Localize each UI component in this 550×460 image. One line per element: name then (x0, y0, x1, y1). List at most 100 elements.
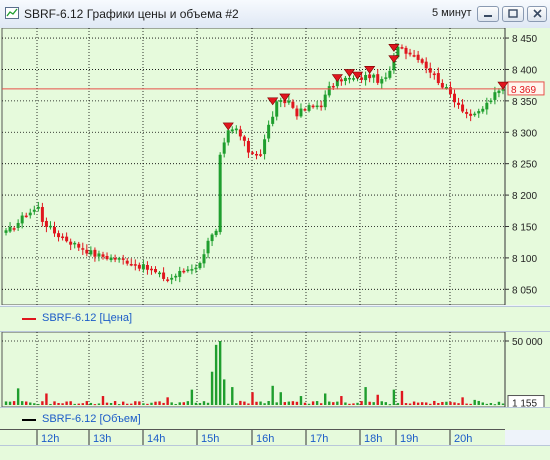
price-candle[interactable] (137, 262, 141, 272)
volume-bar[interactable] (493, 404, 497, 406)
price-candle[interactable] (311, 104, 315, 109)
price-candle[interactable] (238, 125, 242, 141)
volume-bar[interactable] (20, 401, 24, 405)
price-candle[interactable] (408, 48, 412, 57)
price-candle[interactable] (497, 88, 501, 98)
volume-bar[interactable] (218, 341, 222, 405)
price-candle[interactable] (53, 221, 57, 237)
volume-bar[interactable] (182, 402, 185, 405)
price-candle[interactable] (259, 149, 263, 158)
volume-bar[interactable] (311, 401, 315, 405)
volume-bar[interactable] (332, 402, 335, 405)
volume-bar[interactable] (481, 402, 484, 405)
volume-bar[interactable] (416, 402, 420, 405)
volume-bar[interactable] (283, 402, 287, 405)
volume-bar[interactable] (214, 344, 218, 405)
price-candle[interactable] (469, 109, 473, 122)
volume-bar[interactable] (501, 403, 505, 405)
volume-bar[interactable] (344, 402, 347, 405)
volume-bar[interactable] (16, 388, 20, 405)
volume-bar[interactable] (388, 404, 392, 406)
volume-bar[interactable] (461, 397, 464, 405)
price-candle[interactable] (404, 45, 408, 60)
price-candle[interactable] (364, 71, 368, 86)
volume-bar[interactable] (138, 401, 141, 405)
volume-bar[interactable] (263, 403, 266, 405)
volume-bar[interactable] (392, 389, 396, 405)
price-candle[interactable] (61, 233, 65, 241)
volume-bar[interactable] (396, 403, 400, 405)
price-candle[interactable] (166, 276, 170, 283)
volume-bar[interactable] (251, 392, 254, 405)
volume-bar[interactable] (198, 403, 202, 405)
volume-bar[interactable] (101, 396, 105, 405)
price-candle[interactable] (327, 81, 331, 98)
volume-bar[interactable] (33, 403, 36, 405)
sell-marker[interactable] (497, 81, 509, 90)
volume-bar[interactable] (25, 401, 28, 405)
price-candle[interactable] (255, 151, 259, 160)
price-candle[interactable] (351, 75, 355, 82)
price-candle[interactable] (97, 250, 101, 262)
volume-bar[interactable] (477, 400, 480, 405)
volume-bar[interactable] (429, 403, 432, 405)
volume-bar[interactable] (222, 379, 226, 405)
price-candle[interactable] (420, 57, 424, 65)
volume-chart[interactable]: 50 000 1 155 (0, 331, 550, 410)
volume-bar[interactable] (324, 393, 327, 405)
price-candle[interactable] (485, 97, 489, 115)
volume-bar[interactable] (231, 387, 234, 405)
volume-bar[interactable] (150, 402, 153, 405)
volume-bar[interactable] (291, 401, 295, 405)
price-candle[interactable] (416, 50, 420, 63)
volume-bar[interactable] (400, 390, 404, 405)
maximize-button[interactable] (502, 6, 524, 22)
price-chart[interactable]: 8 050 8 100 8 150 8 200 8 250 8 300 8 350 8 400… (0, 27, 550, 306)
volume-bar[interactable] (457, 403, 460, 405)
price-candle[interactable] (432, 71, 436, 80)
volume-bar[interactable] (81, 403, 84, 405)
price-candle[interactable] (376, 69, 380, 85)
price-candle[interactable] (178, 266, 182, 283)
volume-bar[interactable] (49, 403, 52, 405)
price-candle[interactable] (452, 89, 456, 108)
close-button[interactable] (527, 6, 547, 22)
price-candle[interactable] (117, 256, 121, 263)
volume-bar[interactable] (117, 404, 121, 406)
price-candle[interactable] (384, 72, 388, 82)
volume-bar[interactable] (255, 401, 258, 405)
volume-bar[interactable] (202, 401, 206, 405)
volume-bar[interactable] (437, 403, 440, 405)
price-candle[interactable] (372, 73, 376, 83)
volume-bar[interactable] (441, 401, 444, 405)
price-candle[interactable] (477, 108, 481, 118)
volume-bar[interactable] (65, 401, 68, 405)
price-candle[interactable] (242, 135, 246, 147)
volume-bar[interactable] (4, 401, 8, 405)
price-candle[interactable] (465, 108, 469, 119)
volume-bar[interactable] (142, 403, 145, 405)
price-candle[interactable] (493, 86, 497, 105)
price-candle[interactable] (271, 111, 275, 127)
price-candle[interactable] (109, 254, 113, 263)
volume-bar[interactable] (348, 403, 351, 405)
volume-bar[interactable] (194, 402, 198, 405)
volume-bar[interactable] (328, 401, 331, 405)
price-candle[interactable] (319, 100, 323, 111)
price-candle[interactable] (190, 264, 194, 275)
volume-bar[interactable] (53, 401, 56, 405)
volume-bar[interactable] (186, 401, 190, 405)
price-candle[interactable] (174, 273, 178, 282)
volume-bar[interactable] (162, 402, 165, 405)
volume-bar[interactable] (154, 401, 157, 405)
price-candle[interactable] (77, 241, 81, 251)
price-candle[interactable] (154, 266, 158, 274)
volume-bar[interactable] (158, 401, 161, 405)
title-bar[interactable]: SBRF-6.12 Графики цены и объема #2 5 мин… (0, 0, 550, 29)
volume-bar[interactable] (247, 403, 250, 405)
volume-bar[interactable] (239, 400, 242, 405)
volume-bar[interactable] (37, 404, 40, 406)
volume-bar[interactable] (279, 392, 282, 405)
price-candle[interactable] (234, 125, 238, 134)
price-candle[interactable] (343, 75, 347, 86)
